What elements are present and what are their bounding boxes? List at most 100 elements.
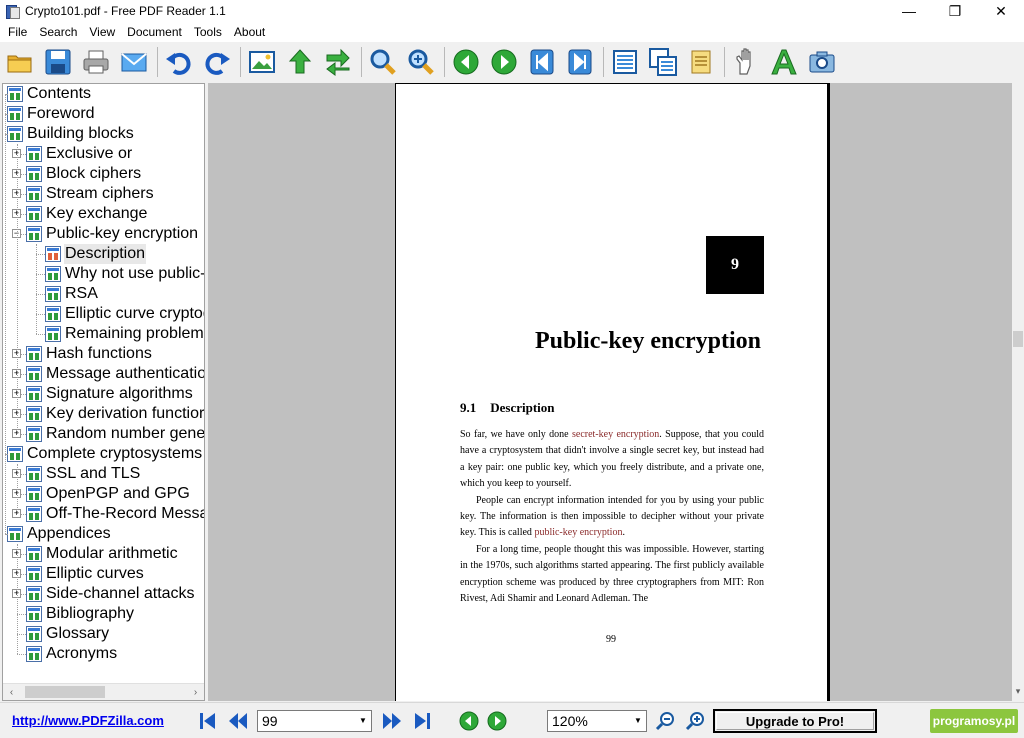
scroll-down-arrow-icon[interactable]: ▾	[1012, 686, 1024, 697]
document-vertical-scrollbar[interactable]: ▾	[1012, 83, 1024, 701]
text-run: .	[622, 527, 625, 539]
tree-item[interactable]: Random number gene	[26, 424, 204, 444]
tree-scroll-thumb[interactable]	[25, 686, 105, 698]
document-scroll-thumb[interactable]	[1013, 331, 1023, 347]
document-viewport[interactable]: 9 Public-key encryption 9.1 Description S…	[208, 83, 1012, 701]
tree-item[interactable]: Stream ciphers	[26, 184, 155, 204]
previous-page-icon[interactable]	[227, 710, 249, 732]
menu-tools[interactable]: Tools	[188, 22, 228, 42]
window-title: Crypto101.pdf - Free PDF Reader 1.1	[25, 4, 226, 18]
tree-item[interactable]: Modular arithmetic	[26, 544, 179, 564]
tree-item[interactable]: Side-channel attacks	[26, 584, 196, 604]
menu-search[interactable]: Search	[33, 22, 83, 42]
tree-item-label: Block ciphers	[46, 165, 142, 182]
chevron-down-icon[interactable]: ▼	[630, 711, 646, 731]
tree-item[interactable]: Key derivation functior	[26, 404, 205, 424]
redo-icon[interactable]	[201, 46, 233, 78]
last-page-icon[interactable]	[411, 710, 433, 732]
previous-page-icon[interactable]	[450, 46, 482, 78]
tree-item[interactable]: Message authenticatio	[26, 364, 204, 384]
tree-item[interactable]: Why not use public-	[45, 264, 204, 284]
tree-item[interactable]: Hash functions	[26, 344, 153, 364]
page-icon	[7, 446, 23, 462]
chevron-down-icon[interactable]: ▼	[355, 711, 371, 731]
next-page-icon[interactable]	[488, 46, 520, 78]
open-folder-icon[interactable]	[4, 46, 36, 78]
tree-item[interactable]: Glossary	[26, 624, 110, 644]
tree-item[interactable]: Building blocks	[7, 124, 135, 144]
print-icon[interactable]	[80, 46, 112, 78]
multi-page-icon[interactable]	[647, 46, 679, 78]
zoom-select[interactable]: 120% ▼	[547, 710, 647, 732]
last-page-icon[interactable]	[564, 46, 596, 78]
window-controls: — ❐ ✕	[886, 0, 1024, 22]
tree-horizontal-scrollbar[interactable]: ‹ ›	[3, 683, 204, 700]
tree-item[interactable]: Description	[45, 244, 147, 264]
tree-item[interactable]: Off-The-Record Messa	[26, 504, 204, 524]
zoom-in-icon[interactable]	[367, 46, 399, 78]
save-icon[interactable]	[42, 46, 74, 78]
up-arrow-icon[interactable]	[284, 46, 316, 78]
tree-item[interactable]: Key exchange	[26, 204, 148, 224]
scroll-right-arrow-icon[interactable]: ›	[187, 684, 204, 700]
back-icon[interactable]	[458, 710, 480, 732]
tree-item[interactable]: Elliptic curves	[26, 564, 145, 584]
tree-connector	[17, 544, 18, 654]
next-page-icon[interactable]	[381, 710, 403, 732]
swap-arrows-icon[interactable]	[322, 46, 354, 78]
tree-item[interactable]: Foreword	[7, 104, 96, 124]
tree-connector	[5, 534, 7, 535]
undo-icon[interactable]	[163, 46, 195, 78]
tree-connector	[17, 144, 18, 434]
tree-item[interactable]: Bibliography	[26, 604, 135, 624]
snapshot-icon[interactable]	[806, 46, 838, 78]
tree-connector	[36, 254, 45, 255]
minimize-button[interactable]: —	[886, 0, 932, 22]
tree-item[interactable]: Public-key encryption	[26, 224, 199, 244]
first-page-icon[interactable]	[197, 710, 219, 732]
page-icon	[7, 526, 23, 542]
text-tool-icon[interactable]	[768, 46, 800, 78]
page-icon	[26, 586, 42, 602]
page-icon	[26, 206, 42, 222]
tree-item-label: Key derivation functior	[46, 405, 205, 422]
zoom-in-icon[interactable]	[684, 710, 706, 732]
tree-item[interactable]: Signature algorithms	[26, 384, 194, 404]
menu-file[interactable]: File	[2, 22, 33, 42]
image-icon[interactable]	[246, 46, 278, 78]
zoom-out-icon[interactable]	[654, 710, 676, 732]
maximize-button[interactable]: ❐	[932, 0, 978, 22]
tree-item[interactable]: Remaining problem	[45, 324, 204, 344]
tree-item[interactable]: Elliptic curve cryptog	[45, 304, 204, 324]
tree-item[interactable]: Appendices	[7, 524, 112, 544]
single-page-icon[interactable]	[609, 46, 641, 78]
menu-view[interactable]: View	[83, 22, 121, 42]
close-button[interactable]: ✕	[978, 0, 1024, 22]
page-icon	[26, 346, 42, 362]
tree-item[interactable]: Acronyms	[26, 644, 118, 664]
text-run: So far, we have only done	[460, 429, 572, 440]
tree-item[interactable]: RSA	[45, 284, 99, 304]
tree-item[interactable]: Contents	[7, 84, 92, 104]
forward-icon[interactable]	[486, 710, 508, 732]
tree-item[interactable]: OpenPGP and GPG	[26, 484, 191, 504]
menu-about[interactable]: About	[228, 22, 271, 42]
hand-tool-icon[interactable]	[730, 46, 762, 78]
upgrade-to-pro-button[interactable]: Upgrade to Pro!	[713, 709, 877, 733]
scroll-icon[interactable]	[685, 46, 717, 78]
toolbar-separator	[240, 47, 241, 77]
first-page-icon[interactable]	[526, 46, 558, 78]
menu-document[interactable]: Document	[121, 22, 188, 42]
tree-item[interactable]: Block ciphers	[26, 164, 142, 184]
navigation-bar: http://www.PDFZilla.com 99 ▼ 120% ▼ Upgr…	[0, 702, 1024, 738]
tree-item[interactable]: Complete cryptosystems	[7, 444, 203, 464]
tree-item[interactable]: Exclusive or	[26, 144, 133, 164]
glossary-link[interactable]: public-key encryption	[534, 527, 622, 538]
scroll-left-arrow-icon[interactable]: ‹	[3, 684, 20, 700]
tree-item[interactable]: SSL and TLS	[26, 464, 141, 484]
glossary-link[interactable]: secret-key encryption	[572, 429, 659, 440]
zoom-fit-icon[interactable]	[405, 46, 437, 78]
email-icon[interactable]	[118, 46, 150, 78]
page-number-select[interactable]: 99 ▼	[257, 710, 372, 732]
website-link[interactable]: http://www.PDFZilla.com	[12, 713, 164, 728]
